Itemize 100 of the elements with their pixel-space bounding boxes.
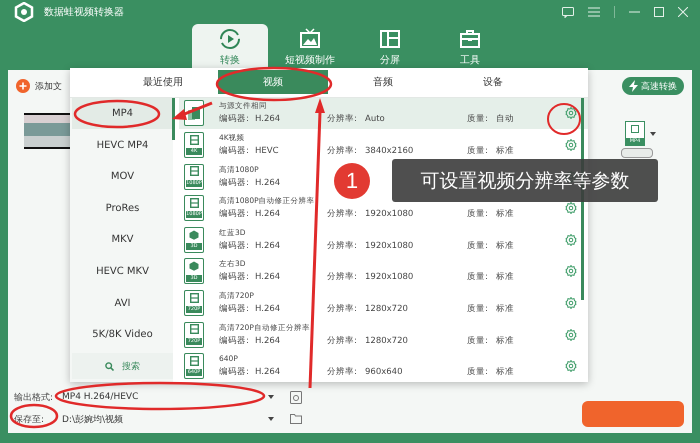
add-file-button[interactable]: 添加文 (16, 79, 62, 93)
quality-value: 标准 (496, 240, 515, 252)
resolution-label: 分辨率: (327, 208, 358, 220)
resolution-label: 分辨率: (327, 366, 358, 378)
encoder-value: H.264 (255, 240, 282, 252)
minimize-icon[interactable] (629, 11, 640, 13)
folder-icon[interactable] (290, 414, 302, 424)
main-tab[interactable]: 短视频制作 (272, 24, 348, 70)
fast-convert-button[interactable]: 高速转换 (622, 77, 684, 95)
tv-icon (299, 28, 321, 50)
resolution-label: 分辨率: (327, 240, 358, 252)
resolution-label: 分辨率: (327, 303, 358, 316)
play-circle-icon (219, 28, 241, 50)
toolbox-icon (459, 28, 481, 50)
quality-label: 质量: (467, 303, 489, 316)
encoder-label: 编码器: (219, 366, 250, 378)
format-category-tab[interactable]: 最近使用 (108, 70, 218, 94)
highlight-ellipse (547, 103, 581, 135)
scrollbar[interactable] (172, 98, 175, 140)
close-icon[interactable] (678, 7, 688, 17)
settings-pill[interactable] (620, 148, 652, 158)
settings-icon[interactable] (565, 234, 577, 246)
encoder-label: 编码器: (219, 145, 250, 158)
resolution-label: 分辨率: (327, 271, 358, 284)
encoder-value: H.264 (255, 113, 282, 126)
encoder-value: H.264 (255, 271, 282, 284)
encoder-value: H.264 (255, 366, 282, 378)
encoder-label: 编码器: (219, 113, 250, 126)
quality-value: 标准 (496, 145, 515, 158)
resolution-value: 3840x2160 (365, 145, 414, 158)
encoder-value: H.264 (255, 334, 282, 347)
encoder-label: 编码器: (219, 334, 250, 347)
search-icon (105, 362, 114, 371)
settings-icon[interactable] (565, 202, 577, 214)
encoder-value: H.264 (255, 208, 282, 220)
quality-value: 标准 (496, 366, 515, 378)
quality-label: 质量: (467, 366, 489, 378)
format-item[interactable]: AVI (72, 287, 173, 319)
resolution-label: 分辨率: (327, 145, 358, 158)
resolution-value: 960x640 (365, 366, 404, 378)
save-path-dropdown[interactable]: D:\彭婉均\视频 (62, 410, 280, 428)
quality-label: 质量: (467, 145, 489, 158)
resolution-value: 1280x720 (365, 303, 409, 316)
quality-value: 标准 (496, 208, 515, 220)
quality-value: 标准 (496, 334, 515, 347)
quality-label: 质量: (467, 113, 489, 126)
encoder-value: HEVC (255, 145, 280, 158)
format-item[interactable]: HEVC MKV (72, 256, 173, 288)
resolution-label: 分辨率: (327, 334, 358, 347)
quality-value: 标准 (496, 271, 515, 284)
settings-icon[interactable] (565, 265, 577, 278)
encoder-value: H.264 (255, 303, 282, 316)
resolution-label: 分辨率: (327, 113, 358, 126)
format-item[interactable]: ProRes (72, 192, 173, 224)
resolution-value: Auto (365, 113, 386, 126)
resolution-value: 1920x1080 (365, 240, 414, 252)
format-category-tab[interactable]: 视频 (218, 70, 328, 94)
format-category-tab[interactable]: 设备 (438, 70, 548, 94)
encoder-value: H.264 (255, 176, 282, 189)
search-button[interactable]: 搜索 (72, 353, 173, 380)
annotation-arrow (172, 102, 213, 120)
main-tab[interactable]: 转换 (192, 24, 268, 70)
quality-label: 质量: (467, 334, 489, 347)
quality-label: 质量: (467, 271, 489, 284)
main-tab[interactable]: 分屏 (352, 24, 428, 70)
settings-icon[interactable] (565, 297, 577, 310)
quality-value: 标准 (496, 303, 515, 316)
settings-icon[interactable] (565, 139, 577, 152)
quality-label: 质量: (467, 240, 489, 252)
quality-value: 自动 (496, 113, 515, 126)
format-category-tab[interactable]: 音频 (328, 70, 438, 94)
settings-icon[interactable] (565, 360, 577, 372)
quality-label: 质量: (467, 208, 489, 220)
feedback-icon[interactable] (562, 6, 574, 18)
resolution-value: 1920x1080 (365, 271, 414, 284)
main-tab[interactable]: 工具 (432, 24, 508, 70)
format-item[interactable]: MOV (72, 160, 173, 192)
menu-icon[interactable] (588, 7, 600, 17)
encoder-label: 编码器: (219, 271, 250, 284)
caret-icon[interactable] (650, 132, 656, 136)
encoder-label: 编码器: (219, 176, 250, 189)
settings-icon[interactable] (565, 107, 577, 120)
settings-icon[interactable] (565, 328, 577, 341)
encoder-label: 编码器: (219, 208, 250, 220)
app-logo-icon (14, 2, 34, 22)
maximize-icon[interactable] (654, 7, 664, 17)
lightning-icon (629, 80, 638, 92)
format-settings-icon[interactable] (290, 390, 302, 404)
split-layout-icon (379, 28, 401, 50)
format-item[interactable]: MKV (72, 224, 173, 256)
format-item[interactable]: HEVC MP4 (72, 129, 173, 161)
output-format-label: 输出格式: (14, 392, 54, 404)
window-title: 数据蛙视频转换器 (44, 6, 124, 19)
output-format-dropdown[interactable]: MP4 H.264/HEVC (62, 388, 280, 406)
format-item[interactable]: 5K/8K Video (72, 318, 173, 350)
encoder-label: 编码器: (219, 240, 250, 252)
resolution-value: 1280x720 (365, 334, 409, 347)
callout-tooltip: 可设置视频分辨率等参数 (392, 159, 658, 202)
resolution-value: 1920x1080 (365, 208, 414, 220)
plus-icon (16, 79, 30, 93)
